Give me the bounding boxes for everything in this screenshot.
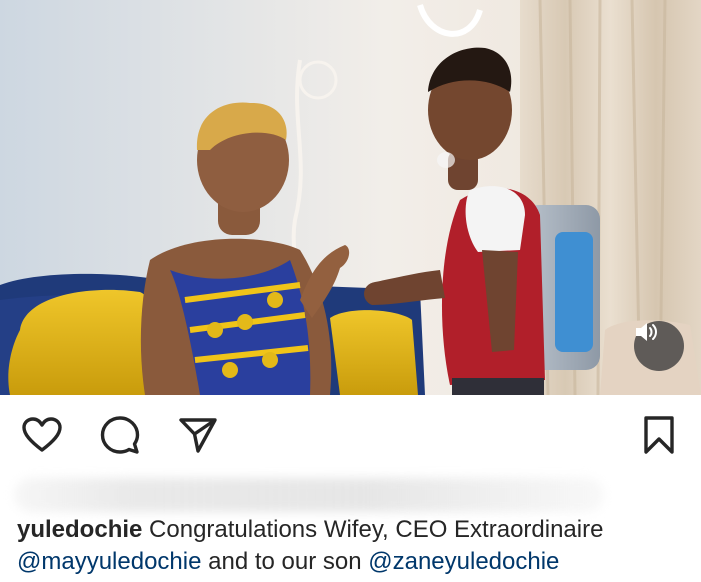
bookmark-outline-icon bbox=[644, 416, 674, 454]
instagram-post: yuledochie Congratulations Wifey, CEO Ex… bbox=[0, 0, 701, 582]
speaker-icon bbox=[636, 323, 657, 341]
blurred-likes-row bbox=[14, 478, 604, 512]
post-action-bar bbox=[0, 395, 701, 475]
comment-button[interactable] bbox=[97, 413, 143, 457]
caption-text: Congratulations Wifey, CEO Extraordinair… bbox=[142, 516, 604, 543]
post-video[interactable] bbox=[0, 0, 701, 395]
caption-username[interactable]: yuledochie bbox=[17, 516, 142, 543]
share-button[interactable] bbox=[175, 413, 221, 457]
video-frame-illustration bbox=[0, 0, 701, 395]
mention-link[interactable]: @zaneyuledochie bbox=[368, 548, 559, 575]
audio-toggle-button[interactable] bbox=[634, 321, 684, 371]
comment-bubble-icon bbox=[100, 416, 140, 454]
save-button[interactable] bbox=[636, 413, 682, 457]
caption-text-continued: and to our son bbox=[201, 548, 369, 575]
post-caption: yuledochie Congratulations Wifey, CEO Ex… bbox=[17, 514, 697, 578]
mention-link[interactable]: @mayyuledochie bbox=[17, 548, 201, 575]
like-button[interactable] bbox=[19, 413, 65, 457]
heart-outline-icon bbox=[22, 417, 62, 452]
paper-plane-icon bbox=[179, 418, 217, 453]
